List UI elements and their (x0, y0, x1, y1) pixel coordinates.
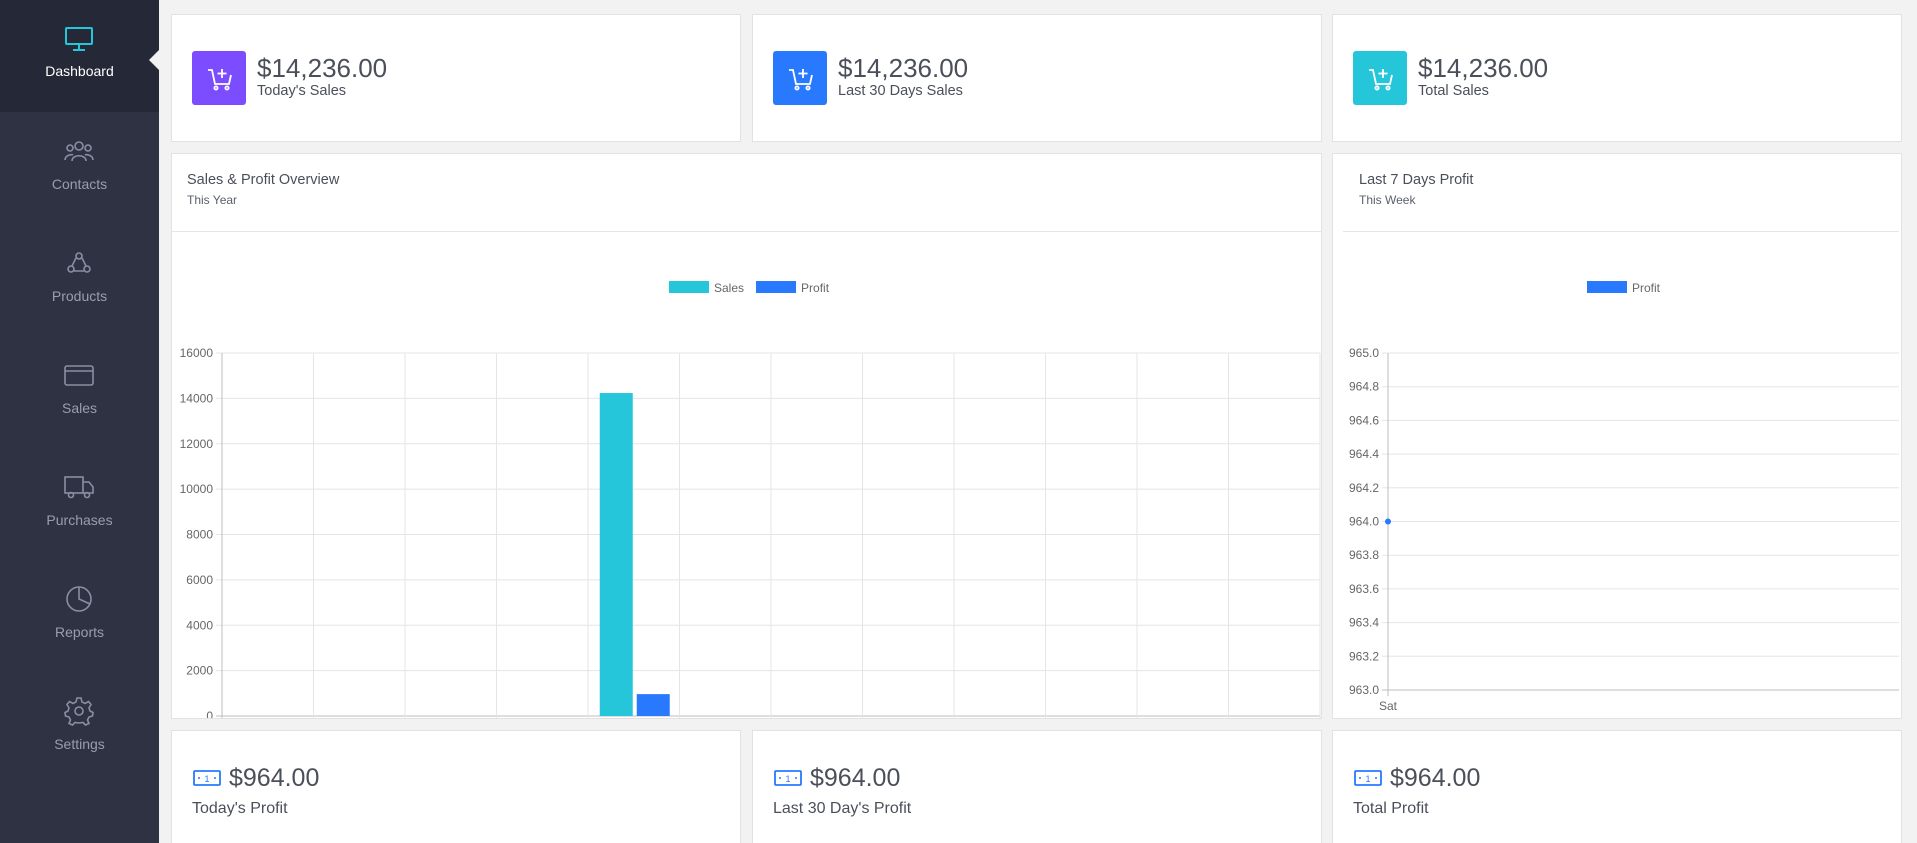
sidebar-item-label: Settings (54, 736, 105, 752)
sales-profit-chart-card: Sales & Profit Overview This Year Sales P… (171, 153, 1322, 719)
y-tick-label: 2000 (186, 664, 213, 678)
legend-label: Sales (714, 281, 744, 295)
profit-value: $964.00 (1390, 764, 1481, 792)
sidebar-item-label: Dashboard (45, 63, 114, 79)
y-tick-label: 964.2 (1349, 481, 1379, 495)
divider (1343, 231, 1899, 232)
people-icon (64, 141, 94, 162)
y-tick-label: 0 (206, 709, 213, 718)
bar-profit (636, 694, 670, 716)
active-indicator (149, 50, 159, 70)
profit-label: Total Profit (1353, 800, 1429, 817)
card-icon (64, 365, 94, 386)
cart-plus-icon (1369, 69, 1393, 91)
bar-sales (599, 393, 633, 716)
stat-label: Last 30 Days Sales (838, 83, 963, 99)
data-point-profit (1385, 518, 1391, 525)
profit-value: $964.00 (229, 764, 320, 792)
y-tick-label: 10000 (180, 482, 214, 496)
sidebar-item-label: Sales (61, 400, 98, 416)
profit-label: Last 30 Day's Profit (773, 800, 912, 817)
y-tick-label: 14000 (180, 391, 214, 405)
stat-card-todays-sales: $14,236.00 Today's Sales (171, 14, 741, 142)
sidebar-item-label: Contacts (51, 176, 108, 192)
y-tick-label: 12000 (180, 437, 214, 451)
chart-subtitle: This Week (1359, 193, 1416, 207)
sidebar-item-purchases[interactable]: Purchases (0, 448, 159, 560)
pie-chart-icon (66, 586, 92, 612)
stat-card-last-30-days-sales: $14,236.00 Last 30 Days Sales (752, 14, 1322, 142)
sidebar-item-contacts[interactable]: Contacts (0, 112, 159, 224)
products-icon (67, 252, 91, 273)
legend-swatch (1587, 281, 1627, 293)
y-tick-label: 963.6 (1349, 582, 1379, 596)
divider (172, 231, 1321, 232)
profit-value: $964.00 (810, 764, 901, 792)
y-tick-label: 963.8 (1349, 548, 1379, 562)
profit-label: Today's Profit (192, 800, 288, 817)
profit-card-total: 1 $964.00 Total Profit (1332, 730, 1902, 843)
profit-card-last-30-days: 1 $964.00 Last 30 Day's Profit (752, 730, 1322, 843)
y-tick-label: 964.0 (1349, 515, 1379, 529)
stat-tile (773, 51, 827, 105)
stat-tile (192, 51, 246, 105)
monitor-icon (65, 27, 93, 51)
y-tick-label: 963.0 (1349, 683, 1379, 697)
gear-icon (64, 697, 94, 726)
profit-line-chart: Profit 963.0 963.2 963.4 963.6 963.8 964.0 964.… (1349, 281, 1899, 713)
stat-label: Total Sales (1418, 83, 1489, 99)
svg-text:1: 1 (785, 774, 790, 784)
money-icon: 1 (1354, 770, 1382, 786)
stat-label: Today's Sales (257, 83, 347, 99)
stat-value: $14,236.00 (257, 53, 388, 83)
legend-label: Profit (801, 281, 830, 295)
chart-title: Sales & Profit Overview (187, 172, 340, 188)
y-tick-label: 964.8 (1349, 380, 1379, 394)
last-7-days-profit-card: Last 7 Days Profit This Week Profit 963.0… (1332, 153, 1902, 719)
y-tick-label: 16000 (180, 346, 214, 360)
legend-swatch (756, 281, 797, 293)
chart-title: Last 7 Days Profit (1359, 172, 1474, 188)
stat-value: $14,236.00 (1418, 53, 1549, 83)
y-tick-label: 4000 (186, 618, 213, 632)
chart-subtitle: This Year (187, 193, 238, 207)
svg-text:1: 1 (204, 774, 209, 784)
y-tick-label: 6000 (186, 573, 213, 587)
y-tick-label: 964.4 (1349, 447, 1379, 461)
y-tick-label: 965.0 (1349, 346, 1379, 360)
cart-plus-icon (789, 69, 813, 91)
x-tick-label: Sat (1379, 699, 1398, 713)
sidebar: Dashboard Contacts Products Sales Purcha… (0, 0, 159, 843)
y-tick-label: 963.2 (1349, 649, 1379, 663)
y-tick-label: 8000 (186, 528, 213, 542)
sidebar-item-settings[interactable]: Settings (0, 672, 159, 784)
stat-card-total-sales: $14,236.00 Total Sales (1332, 14, 1902, 142)
sidebar-item-products[interactable]: Products (0, 224, 159, 336)
money-icon: 1 (774, 770, 802, 786)
y-tick-label: 964.6 (1349, 413, 1379, 427)
sales-profit-bar-chart: Sales Profit 0 2000 4000 6000 8000 10000 12000 14… (180, 281, 1321, 718)
stat-tile (1353, 51, 1407, 105)
stat-value: $14,236.00 (838, 53, 969, 83)
y-tick-label: 963.4 (1349, 616, 1379, 630)
sidebar-item-sales[interactable]: Sales (0, 336, 159, 448)
sidebar-item-label: Purchases (46, 512, 113, 528)
sidebar-item-dashboard[interactable]: Dashboard (0, 0, 159, 112)
truck-icon (64, 476, 94, 499)
sidebar-item-label: Reports (54, 624, 105, 640)
sidebar-item-label: Products (51, 288, 108, 304)
legend-swatch (669, 281, 709, 293)
svg-text:1: 1 (1365, 774, 1370, 784)
profit-card-today: 1 $964.00 Today's Profit (171, 730, 741, 843)
legend-label: Profit (1632, 281, 1661, 295)
money-icon: 1 (193, 770, 221, 786)
cart-plus-icon (208, 69, 232, 91)
sidebar-item-reports[interactable]: Reports (0, 560, 159, 672)
